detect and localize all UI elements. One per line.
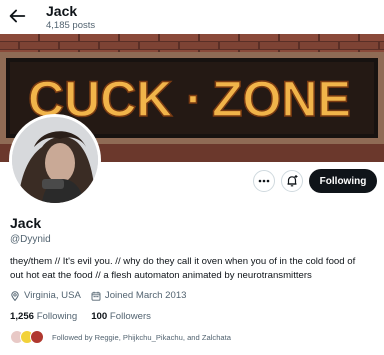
profile-meta: Virginia, USA Joined March 2013 — [10, 290, 187, 301]
back-button[interactable] — [6, 5, 28, 27]
post-count: 4,185 posts — [46, 20, 96, 31]
followed-by-text: Followed by Reggie, Phijkchu_Pikachu, an… — [52, 332, 231, 342]
avatar[interactable] — [9, 114, 101, 206]
bio-line-2: out hot eat the food // a flesh automato… — [10, 269, 312, 281]
more-options-button[interactable] — [253, 170, 275, 192]
arrow-left-icon — [9, 9, 26, 23]
follow-stats: 1,256 Following 100 Followers — [10, 311, 151, 322]
header-name: Jack — [46, 3, 78, 19]
joined-date: Joined March 2013 — [104, 290, 187, 301]
calendar-icon — [91, 291, 101, 301]
banner-text-right: ZONE — [212, 71, 351, 127]
top-bar: Jack 4,185 posts — [0, 0, 384, 34]
following-button[interactable]: Following — [309, 169, 377, 193]
location-text: Virginia, USA — [24, 290, 81, 301]
more-horizontal-icon — [258, 179, 270, 183]
bio-line-1: they/them // It's evil you. // why do th… — [10, 256, 356, 267]
bio: they/them // It's evil you. // why do th… — [10, 255, 376, 282]
following-link[interactable]: 1,256 Following — [10, 311, 77, 322]
followers-link[interactable]: 100 Followers — [91, 311, 151, 322]
location-pin-icon — [11, 290, 19, 301]
following-label: Following — [36, 311, 78, 322]
followers-count: 100 — [91, 311, 108, 322]
banner-text-dot: · — [186, 71, 203, 127]
avatar-image — [12, 117, 98, 203]
notifications-button[interactable] — [281, 170, 303, 192]
following-count: 1,256 — [10, 311, 35, 322]
user-handle: @Dyynid — [10, 234, 51, 245]
display-name: Jack — [10, 215, 42, 231]
bell-plus-icon — [287, 175, 298, 187]
follower-avatar-3 — [30, 330, 44, 344]
followed-by[interactable]: Followed by Reggie, Phijkchu_Pikachu, an… — [10, 330, 231, 344]
followers-label: Followers — [109, 311, 151, 322]
